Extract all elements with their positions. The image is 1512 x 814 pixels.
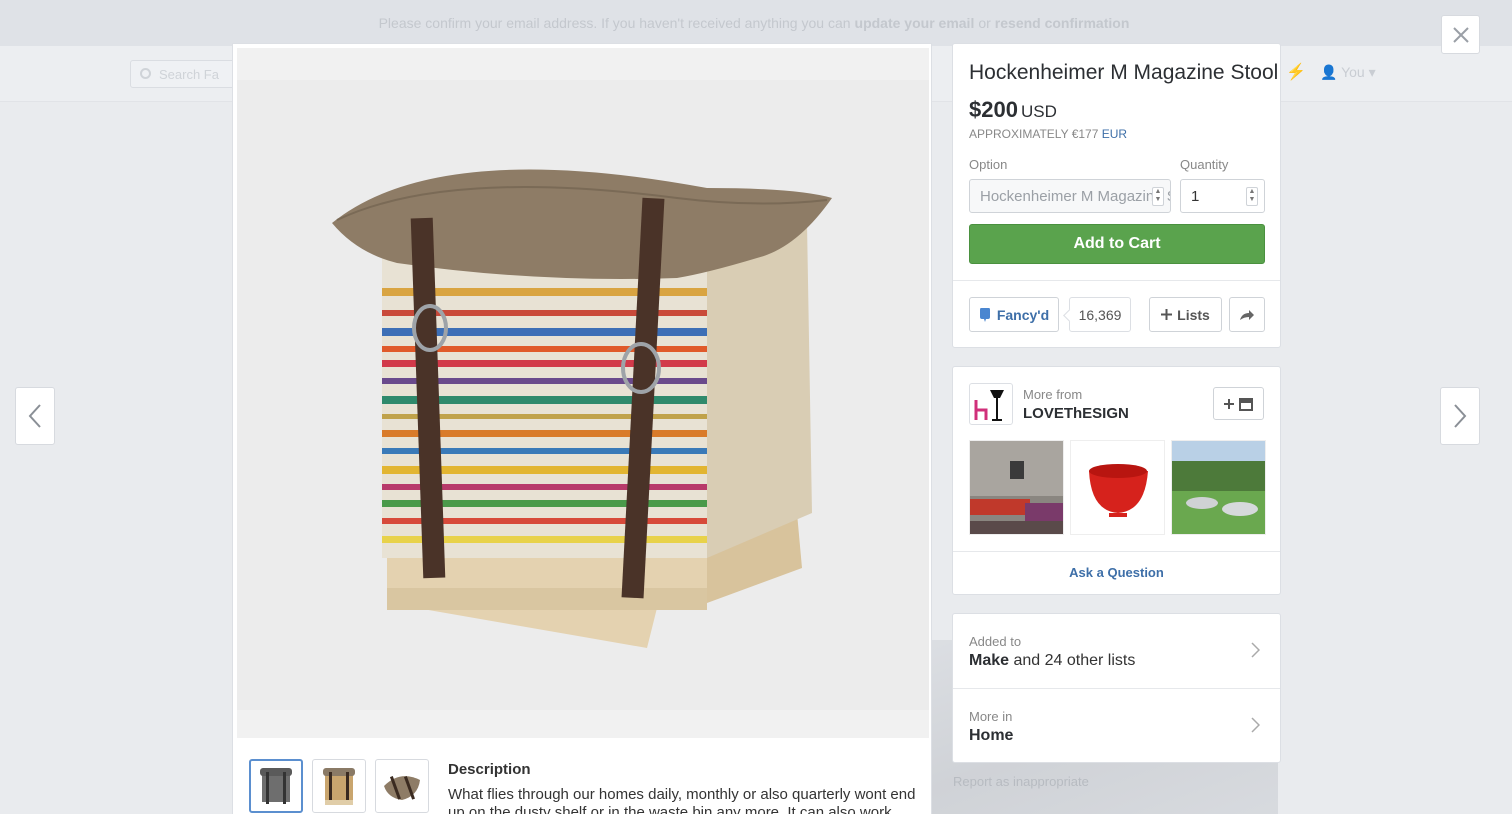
option-label: Option	[969, 157, 1008, 172]
thumbnail-strip	[249, 759, 429, 813]
price-currency: USD	[1020, 102, 1057, 121]
store-logo[interactable]	[969, 383, 1013, 425]
user-label: You	[1341, 64, 1365, 80]
quantity-stepper-icon[interactable]: ▲ ▼	[1246, 187, 1258, 206]
add-to-cart-button[interactable]: Add to Cart	[969, 224, 1265, 264]
store-logo-image	[974, 390, 1004, 421]
added-to-list-name: Make	[969, 652, 1010, 669]
thumbnail-1[interactable]	[249, 759, 303, 813]
report-link[interactable]: Report as inappropriate	[953, 774, 1089, 789]
resend-confirmation-link[interactable]: resend confirmation	[995, 15, 1130, 31]
plus-icon	[1161, 309, 1173, 320]
added-to-rest: and 24 other lists	[1013, 652, 1136, 669]
fancy-button[interactable]: Fancy'd	[969, 297, 1059, 332]
added-to-lists-row[interactable]: Added to Make and 24 other lists	[953, 614, 1280, 688]
select-arrows-icon: ▲ ▼	[1152, 187, 1164, 206]
bolt-icon: ⚡	[1286, 64, 1306, 81]
more-from-label: More from	[1023, 387, 1083, 402]
banner-or: or	[978, 15, 991, 31]
fancy-label: Fancy'd	[996, 306, 1050, 323]
add-to-list-button[interactable]: Lists	[1149, 297, 1222, 332]
banner-text: Please confirm your email address. If yo…	[378, 15, 851, 31]
close-icon	[1452, 26, 1469, 43]
close-button[interactable]	[1441, 15, 1480, 54]
currency-switch-link[interactable]: EUR	[1102, 127, 1127, 141]
thumbnail-image	[260, 768, 292, 804]
store-product-1[interactable]	[969, 440, 1064, 535]
email-confirm-banner: Please confirm your email address. If yo…	[0, 0, 1512, 46]
product-main-image[interactable]	[237, 48, 929, 738]
next-item-button[interactable]	[1440, 387, 1480, 445]
chevron-right-icon	[1454, 404, 1467, 428]
thumbnail-2[interactable]	[312, 759, 366, 813]
product-title: Hockenheimer M Magazine Stool	[969, 61, 1279, 84]
share-button[interactable]	[1229, 297, 1265, 332]
chevron-right-icon	[1251, 717, 1260, 733]
price-amount: $200	[969, 97, 1018, 122]
user-menu: 👤 You ▾	[1320, 64, 1376, 80]
quantity-value: 1	[1191, 188, 1200, 205]
magazine-stool-illustration	[237, 80, 929, 710]
option-select[interactable]: Hockenheimer M Magazine Stool ▲▼	[969, 179, 1171, 213]
search-placeholder: Search Fa	[159, 67, 219, 82]
store-product-2[interactable]	[1070, 440, 1165, 535]
follow-store-button[interactable]	[1213, 387, 1264, 420]
thumbnail-image	[323, 768, 355, 805]
lists-card: Added to Make and 24 other lists More in…	[952, 613, 1281, 763]
category-name: Home	[969, 727, 1014, 744]
description-title: Description	[448, 761, 531, 778]
store-icon	[1238, 397, 1253, 411]
store-card: More from LOVEThESIGN Ask a Question	[952, 366, 1281, 595]
divider	[953, 280, 1280, 281]
store-product-image	[1172, 441, 1265, 534]
description-section: Description What flies through our homes…	[448, 761, 918, 814]
thumbnail-3[interactable]	[375, 759, 429, 813]
previous-item-button[interactable]	[15, 387, 55, 445]
store-product-image	[1071, 441, 1164, 534]
product-price: $200 USD	[969, 97, 1057, 123]
more-in-value: Home	[969, 727, 1013, 745]
product-image-panel: Description What flies through our homes…	[232, 43, 932, 814]
more-in-label: More in	[969, 709, 1013, 724]
purchase-card: Hockenheimer M Magazine Stool $200 USD AP…	[952, 43, 1281, 348]
update-email-link[interactable]: update your email	[855, 15, 975, 31]
store-product-3[interactable]	[1171, 440, 1266, 535]
description-text: What flies through our homes daily, mont…	[448, 786, 916, 814]
background-search-input: Search Fa	[130, 60, 240, 88]
store-products	[969, 440, 1266, 535]
fancy-count: 16,369	[1069, 297, 1131, 332]
store-name-link[interactable]: LOVEThESIGN	[1023, 405, 1129, 422]
added-to-label: Added to	[969, 634, 1022, 649]
approx-text: APPROXIMATELY €177	[969, 127, 1099, 141]
search-icon	[140, 68, 151, 79]
share-icon	[1240, 309, 1254, 320]
ask-question-link[interactable]: Ask a Question	[953, 565, 1280, 580]
option-select-value: Hockenheimer M Magazine Stool	[980, 188, 1170, 205]
chevron-left-icon	[28, 404, 41, 428]
store-product-image	[970, 441, 1063, 534]
thumbnail-image	[384, 776, 420, 800]
added-to-value: Make and 24 other lists	[969, 652, 1135, 670]
quantity-label: Quantity	[1180, 157, 1229, 172]
quantity-input[interactable]: 1 ▲ ▼	[1180, 179, 1265, 213]
fancy-icon	[979, 307, 990, 322]
lists-label: Lists	[1177, 306, 1210, 323]
plus-icon	[1223, 398, 1234, 409]
chevron-right-icon	[1251, 642, 1260, 658]
approx-price: APPROXIMATELY €177 EUR	[969, 127, 1127, 141]
divider	[953, 551, 1280, 552]
more-in-category-row[interactable]: More in Home	[953, 689, 1280, 763]
